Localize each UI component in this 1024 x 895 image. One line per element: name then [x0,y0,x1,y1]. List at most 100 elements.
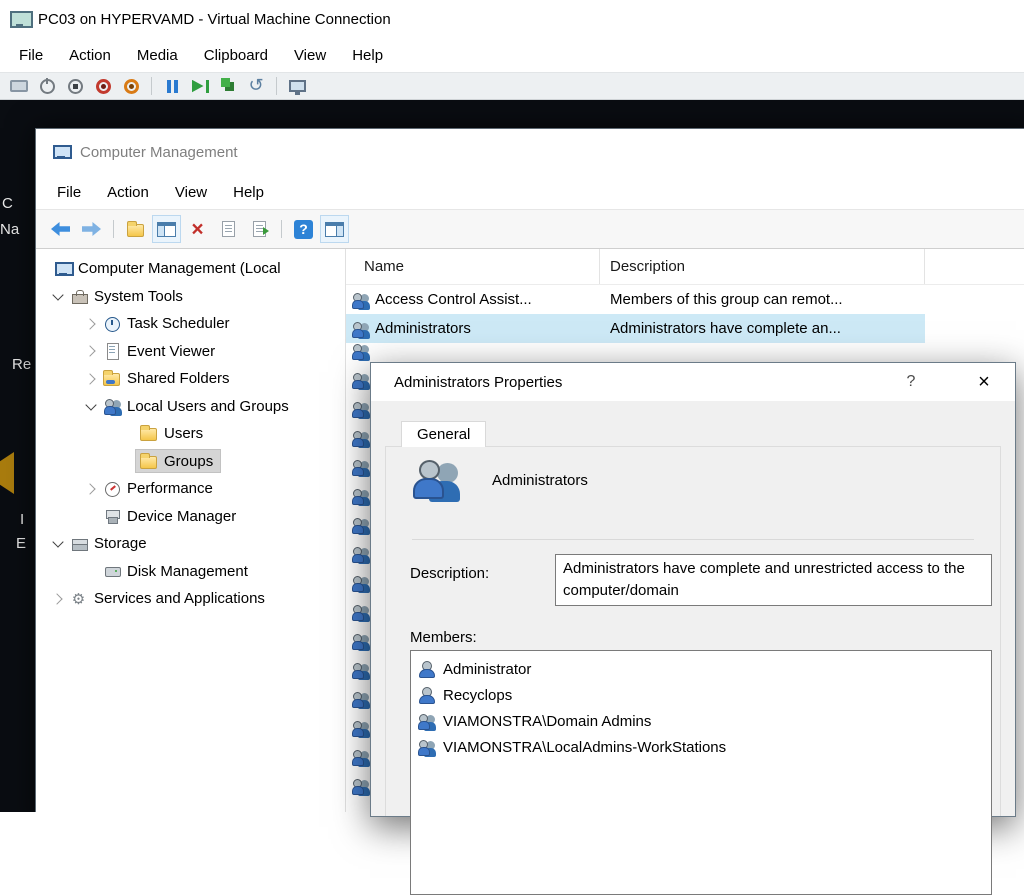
ctrl-alt-del-button[interactable] [6,74,32,98]
disk-management-icon [101,562,122,580]
tree-item-task-scheduler[interactable]: Task Scheduler [36,310,345,338]
group-icon [352,749,368,778]
tree-item-storage[interactable]: Storage [36,530,345,558]
save-vm-button[interactable] [118,74,144,98]
tree-item-system-tools[interactable]: System Tools [36,283,345,311]
revert-button[interactable]: ↺ [243,74,269,98]
desktop-icon-fragment [0,452,14,494]
tree-item-device-manager[interactable]: Device Manager [36,503,345,531]
group-icon [352,488,368,517]
group-icon [352,546,368,575]
tree-item-services-and-applications[interactable]: ⚙Services and Applications [36,585,345,613]
console-tree-icon [157,222,176,237]
back-button[interactable] [46,215,75,243]
export-list-icon [253,221,266,237]
forward-button[interactable] [77,215,106,243]
shut-down-vm-button[interactable] [90,74,116,98]
dialog-help-button[interactable]: ? [889,363,933,401]
menu-action[interactable]: Action [56,42,124,69]
menu-clipboard[interactable]: Clipboard [191,42,281,69]
group-icon [352,292,368,308]
delete-x-icon: × [191,219,203,240]
turn-off-vm-button[interactable] [62,74,88,98]
chevron-collapsed-icon[interactable] [83,371,99,387]
resume-vm-button[interactable] [187,74,213,98]
toolbar-separator [281,220,282,238]
group-icon [352,343,368,372]
dialog-close-button[interactable]: × [961,363,1007,401]
column-header-name[interactable]: Name [346,249,600,284]
column-header-description[interactable]: Description [600,249,925,284]
chevron-collapsed-icon[interactable] [83,481,99,497]
description-field[interactable]: Administrators have complete and unrestr… [555,554,992,606]
show-action-pane-button[interactable] [320,215,349,243]
tree-item-label: Users [164,425,203,442]
tree-item-groups[interactable]: Groups [36,448,345,476]
show-console-tree-button[interactable] [152,215,181,243]
pause-vm-button[interactable] [159,74,185,98]
group-icon [418,739,434,755]
chevron-expanded-icon[interactable] [83,398,99,414]
vmconnect-titlebar: PC03 on HYPERVAMD - Virtual Machine Conn… [0,0,1024,38]
save-state-icon [124,79,139,94]
group-name-label: Administrators [492,472,588,489]
cm-menu-file[interactable]: File [44,179,94,206]
background-text-fragment: I [20,511,24,528]
tree-item-event-viewer[interactable]: Event Viewer [36,338,345,366]
delete-button[interactable]: × [183,215,212,243]
menu-media[interactable]: Media [124,42,191,69]
cm-toolbar: × ? [36,209,1024,249]
checkpoint-button[interactable] [215,74,241,98]
shared-folders-icon [101,370,122,388]
members-listbox[interactable]: Administrator Recyclops VIAMONSTRA\Domai… [410,650,992,895]
up-one-level-button[interactable] [121,215,150,243]
list-row-access-control[interactable]: Access Control Assist... Members of this… [346,285,925,314]
group-icon [352,720,368,749]
chevron-expanded-icon[interactable] [50,288,66,304]
pause-icon [167,80,178,93]
member-row-administrator[interactable]: Administrator [411,656,991,682]
chevron-collapsed-icon[interactable] [83,343,99,359]
tree-item-shared-folders[interactable]: Shared Folders [36,365,345,393]
group-icon [352,459,368,488]
list-row-administrators[interactable]: Administrators Administrators have compl… [346,314,925,343]
cm-menu-view[interactable]: View [162,179,220,206]
tree-item-disk-management[interactable]: Disk Management [36,558,345,586]
menu-help[interactable]: Help [339,42,396,69]
ctrl-alt-del-icon [10,80,28,92]
system-tools-icon [68,287,89,305]
cm-menu-action[interactable]: Action [94,179,162,206]
chevron-collapsed-icon[interactable] [50,591,66,607]
member-row-domain-admins[interactable]: VIAMONSTRA\Domain Admins [411,708,991,734]
tab-general[interactable]: General [401,421,486,447]
tree-item-computer-management[interactable]: Computer Management (Local [36,255,345,283]
tree-item-performance[interactable]: Performance [36,475,345,503]
chevron-collapsed-icon[interactable] [83,316,99,332]
tree-item-label: Storage [94,535,147,552]
tree-item-label: Groups [164,453,213,470]
tree-item-local-users-and-groups[interactable]: Local Users and Groups [36,393,345,421]
tree-item-label: Shared Folders [127,370,230,387]
checkpoint-icon [221,78,230,87]
start-vm-button[interactable] [34,74,60,98]
menu-view[interactable]: View [281,42,339,69]
member-row-recyclops[interactable]: Recyclops [411,682,991,708]
cm-menubar: File Action View Help [36,175,1024,209]
dialog-titlebar[interactable]: Administrators Properties ? × [371,363,1015,401]
group-icon [352,633,368,662]
properties-button[interactable] [214,215,243,243]
enhanced-session-button[interactable] [284,74,310,98]
event-viewer-icon [101,342,122,360]
background-text-fragment: C [2,195,13,212]
dialog-general-pane: Administrators Description: Administrato… [385,446,1001,816]
cm-menu-help[interactable]: Help [220,179,277,206]
chevron-expanded-icon[interactable] [50,536,66,552]
tree-item-users[interactable]: Users [36,420,345,448]
help-button[interactable]: ? [289,215,318,243]
member-row-localadmins-workstations[interactable]: VIAMONSTRA\LocalAdmins-WorkStations [411,734,991,760]
group-icon [352,430,368,459]
menu-file[interactable]: File [6,42,56,69]
folder-icon [138,452,159,470]
export-list-button[interactable] [245,215,274,243]
cm-titlebar[interactable]: Computer Management [36,129,1024,175]
